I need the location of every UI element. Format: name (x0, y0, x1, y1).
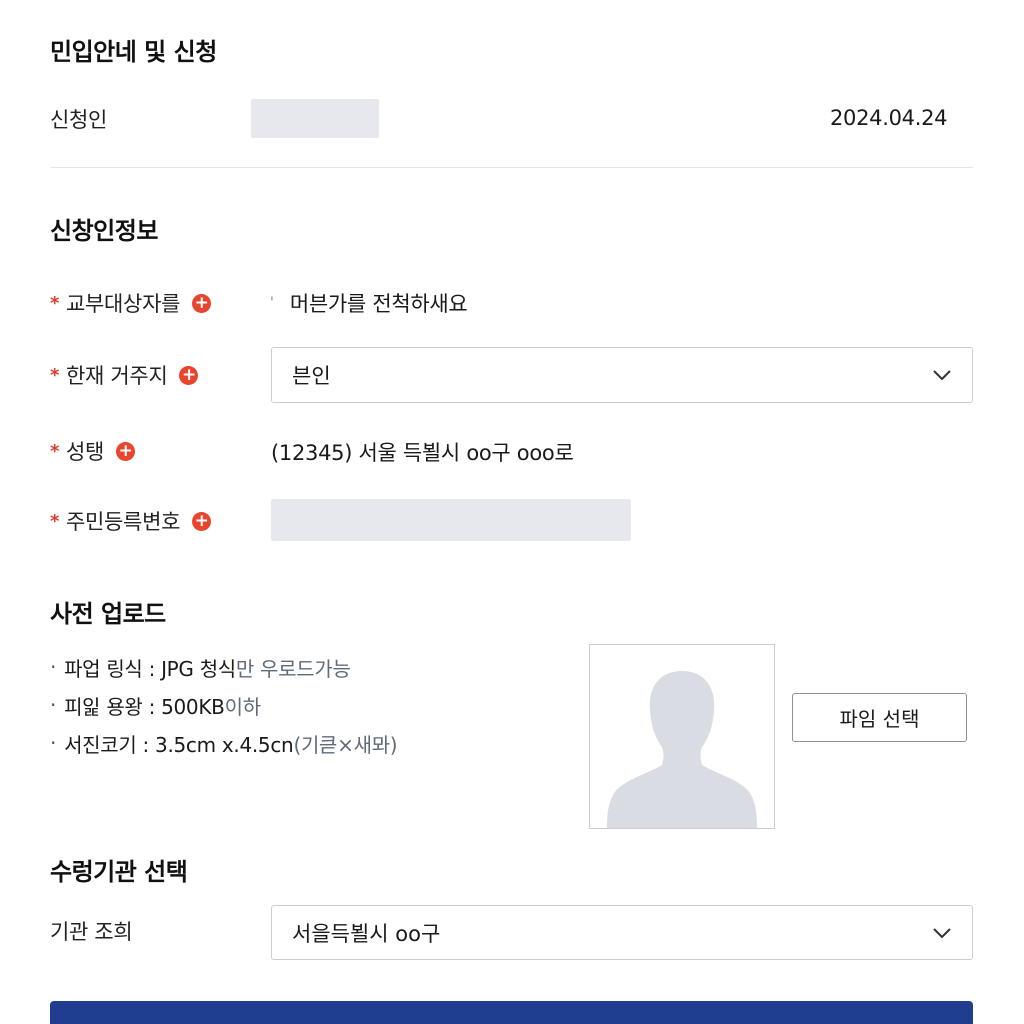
required-mark: * (50, 510, 60, 532)
chevron-down-icon[interactable] (932, 927, 952, 939)
agency-select[interactable]: 서을득뵐시 oo구 (271, 905, 973, 960)
rule-strong-text: 파업 링식 : JPG 청식 (64, 656, 236, 681)
chevron-down-icon[interactable] (932, 369, 952, 381)
application-date: 2024.04.24 (830, 106, 948, 130)
plus-circle-icon[interactable]: + (179, 365, 199, 385)
required-mark: * (50, 292, 60, 314)
required-mark: * (50, 440, 60, 462)
plus-circle-icon[interactable]: + (192, 511, 212, 531)
resident-number-field-label: * 주민등륵변호 + (50, 506, 212, 536)
name-field-label: * 성탱 + (50, 436, 136, 466)
bullet: · (50, 731, 57, 755)
resident-number-input-masked[interactable] (271, 499, 631, 541)
residence-label-text: 한재 거주지 (66, 364, 168, 388)
rule-strong-text: 피잁 용왕 : 500KB (64, 694, 225, 719)
rule-strong-text: 서진코기 : 3.5cm x.4.5cn (64, 732, 294, 757)
photo-rule-format: · 파업 링식 : JPG 청식 만 우로드가능 (50, 648, 570, 686)
recipient-value-text: 머븐가를 전척하새요 (289, 292, 468, 316)
photo-upload-section-title: 사전 업로드 (50, 600, 166, 628)
plus-circle-icon[interactable]: + (116, 441, 136, 461)
section-divider (50, 167, 973, 168)
applicant-label: 신청인 (50, 108, 108, 132)
recipient-value[interactable]: ' 머븐가를 전척하새요 (270, 288, 468, 318)
applicant-name-masked (251, 99, 379, 138)
residence-field-label: * 한재 거주지 + (50, 360, 199, 390)
bullet: · (50, 655, 57, 679)
required-mark: * (50, 364, 60, 386)
resident-number-label-text: 주민등륵변호 (66, 510, 181, 534)
recipient-hint-mark: ' (270, 295, 274, 311)
recipient-field-label: * 교부대상자를 + (50, 288, 212, 318)
address-value: (12345) 서울 득뵐시 oo구 ooo로 (271, 441, 574, 465)
name-label-text: 성탱 (66, 440, 105, 464)
file-select-button[interactable]: 파임 선택 (792, 693, 967, 742)
agency-label: 기관 조희 (50, 920, 133, 944)
photo-rule-size: · 피잁 용왕 : 500KB 이하 (50, 686, 570, 724)
bullet: · (50, 693, 57, 717)
rule-muted-text: 이하 (224, 694, 262, 719)
recipient-label-text: 교부대상자를 (66, 292, 181, 316)
guide-section-title: 민입안네 및 신청 (50, 38, 217, 66)
residence-selected-value: 븐인 (292, 364, 331, 388)
photo-rules-list: · 파업 링식 : JPG 청식 만 우로드가능 · 피잁 용왕 : 500KB… (50, 648, 570, 762)
plus-circle-icon[interactable]: + (192, 293, 212, 313)
submit-button[interactable] (50, 1001, 973, 1024)
agency-section-title: 수렁기관 선택 (50, 858, 188, 886)
residence-select[interactable]: 븐인 (271, 347, 973, 403)
agency-selected-value: 서을득뵐시 oo구 (292, 921, 441, 946)
photo-rule-dimensions: · 서진코기 : 3.5cm x.4.5cn (기큳×새뫄) (50, 724, 570, 762)
person-silhouette-icon (607, 671, 757, 828)
photo-preview (589, 644, 775, 829)
rule-muted-text: 만 우로드가능 (235, 656, 351, 681)
applicant-info-section-title: 신창인정보 (50, 217, 158, 245)
rule-muted-text: (기큳×새뫄) (293, 732, 398, 757)
